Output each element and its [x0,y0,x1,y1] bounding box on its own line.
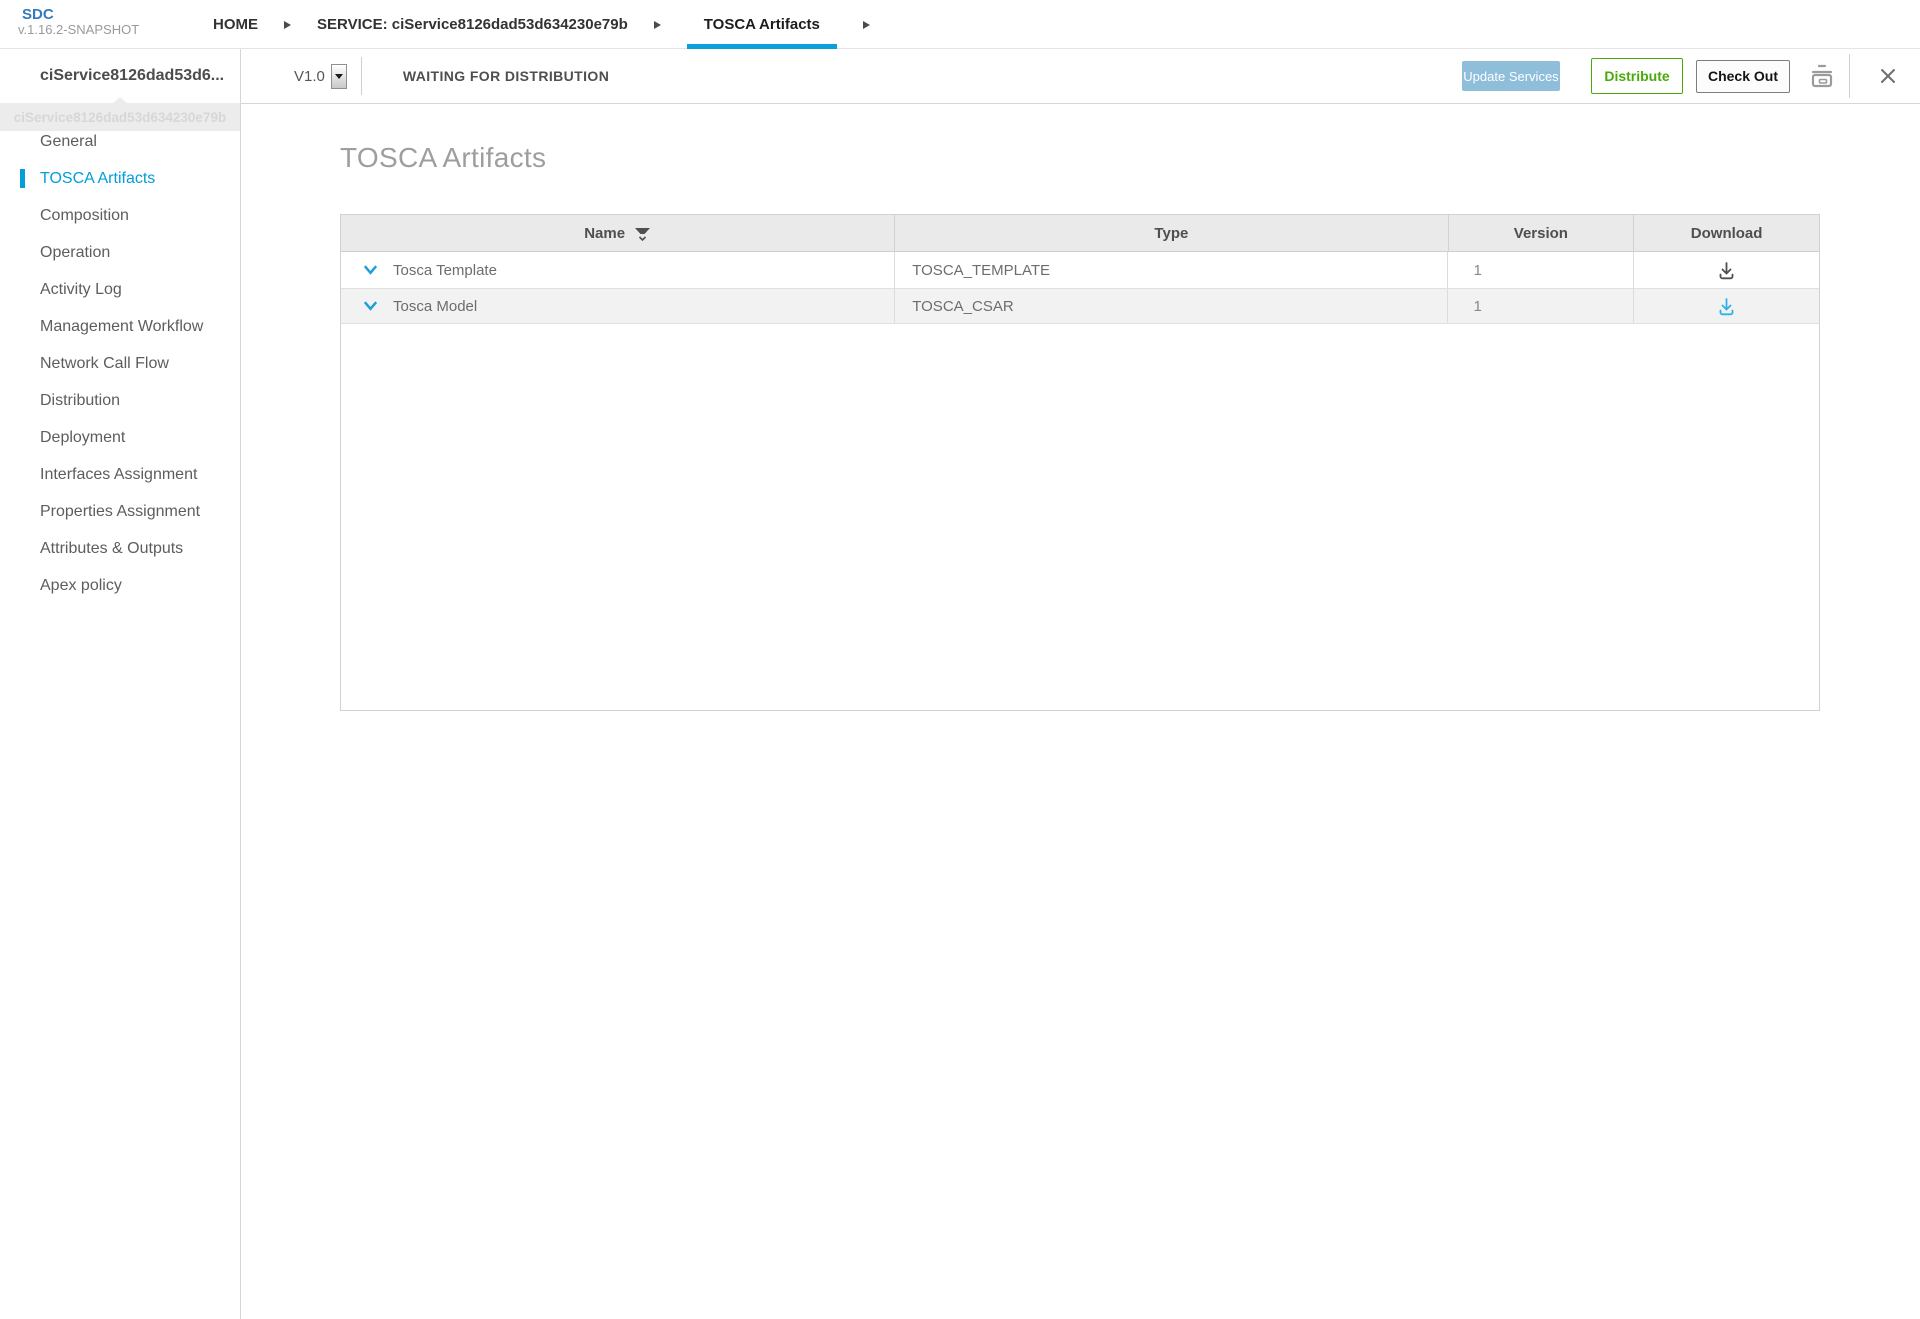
column-header-name-label: Name [584,225,625,242]
table-row[interactable]: Tosca Template TOSCA_TEMPLATE 1 [341,252,1819,289]
sidebar-item-activity-log[interactable]: Activity Log [0,271,240,308]
sort-icon [634,227,651,242]
active-item-indicator [20,169,25,188]
artifact-name-cell: Tosca Model [341,289,895,323]
sidebar-item-label: TOSCA Artifacts [40,170,155,188]
tosca-artifacts-table: Name Type Version Download Tosca Templat… [340,214,1820,711]
distribute-button[interactable]: Distribute [1591,58,1683,94]
app-version-label: v.1.16.2-SNAPSHOT [18,23,139,38]
artifact-type-cell: TOSCA_CSAR [895,289,1448,323]
breadcrumb-arrow-icon [654,21,661,29]
sidebar-item-management-workflow[interactable]: Management Workflow [0,308,240,345]
version-dropdown[interactable] [331,64,347,89]
sidebar-item-network-call-flow[interactable]: Network Call Flow [0,345,240,382]
artifact-name-cell: Tosca Template [341,252,895,288]
artifact-download-cell [1634,289,1819,323]
breadcrumb: HOME SERVICE: ciService8126dad53d634230e… [213,0,870,49]
tab-tosca-artifacts-label: TOSCA Artifacts [704,16,820,33]
sidebar-item-composition[interactable]: Composition [0,197,240,234]
expand-row-icon[interactable] [362,262,379,278]
lifecycle-status-label: WAITING FOR DISTRIBUTION [403,68,609,84]
artifact-version-cell: 1 [1448,289,1634,323]
breadcrumb-arrow-icon [863,21,870,29]
artifact-name-label: Tosca Template [393,262,497,279]
sidebar-item-tosca-artifacts[interactable]: TOSCA Artifacts [0,160,240,197]
top-navigation-bar: SDC v.1.16.2-SNAPSHOT HOME SERVICE: ciSe… [0,0,1920,49]
chevron-down-icon [335,74,343,79]
check-out-button[interactable]: Check Out [1696,60,1790,93]
page-title: TOSCA Artifacts [340,142,546,174]
tab-service[interactable]: SERVICE: ciService8126dad53d634230e79b [317,0,628,49]
sidebar-item-deployment[interactable]: Deployment [0,419,240,456]
table-header-row: Name Type Version Download [341,215,1819,252]
service-name-title[interactable]: ciService8126dad53d6... [40,67,224,85]
sidebar-item-operation[interactable]: Operation [0,234,240,271]
artifact-type-cell: TOSCA_TEMPLATE [895,252,1448,288]
sidebar-item-apex-policy[interactable]: Apex policy [0,567,240,604]
sidebar-header: ciService8126dad53d6... [0,49,240,104]
update-services-button[interactable]: Update Services [1462,61,1560,91]
expand-row-icon[interactable] [362,298,379,314]
app-logo[interactable]: SDC v.1.16.2-SNAPSHOT [18,6,139,38]
column-header-download[interactable]: Download [1634,215,1819,251]
sdc-logo-text: SDC [22,6,139,23]
sidebar-item-properties-assignment[interactable]: Properties Assignment [0,493,240,530]
action-header-bar: V1.0 WAITING FOR DISTRIBUTION Update Ser… [241,49,1920,104]
printer-icon[interactable] [1807,61,1837,91]
column-header-version[interactable]: Version [1449,215,1635,251]
version-label: V1.0 [294,68,325,85]
download-icon[interactable] [1716,260,1737,281]
divider [1849,54,1850,98]
sidebar-item-interfaces-assignment[interactable]: Interfaces Assignment [0,456,240,493]
sidebar-item-distribution[interactable]: Distribution [0,382,240,419]
artifact-version-cell: 1 [1448,252,1634,288]
sidebar-item-attributes-outputs[interactable]: Attributes & Outputs [0,530,240,567]
artifact-download-cell [1634,252,1819,288]
tab-home[interactable]: HOME [213,0,258,49]
column-header-type[interactable]: Type [895,215,1448,251]
table-row[interactable]: Tosca Model TOSCA_CSAR 1 [341,289,1819,324]
version-status-group: V1.0 WAITING FOR DISTRIBUTION [294,49,609,103]
close-icon[interactable] [1879,67,1897,85]
sidebar-menu: General TOSCA Artifacts Composition Oper… [0,123,240,604]
sidebar-item-general[interactable]: General [0,123,240,160]
download-icon-highlighted[interactable] [1716,296,1737,317]
main-content: TOSCA Artifacts Name Type Version Downlo… [241,104,1920,1319]
action-buttons-group: Update Services Distribute Check Out [1462,49,1897,103]
artifact-name-label: Tosca Model [393,298,477,315]
breadcrumb-arrow-icon [284,21,291,29]
sidebar: ciService8126dad53d6... ciService8126dad… [0,49,241,1319]
tab-tosca-artifacts[interactable]: TOSCA Artifacts [687,0,837,49]
column-header-name[interactable]: Name [341,215,895,251]
divider [361,57,362,95]
